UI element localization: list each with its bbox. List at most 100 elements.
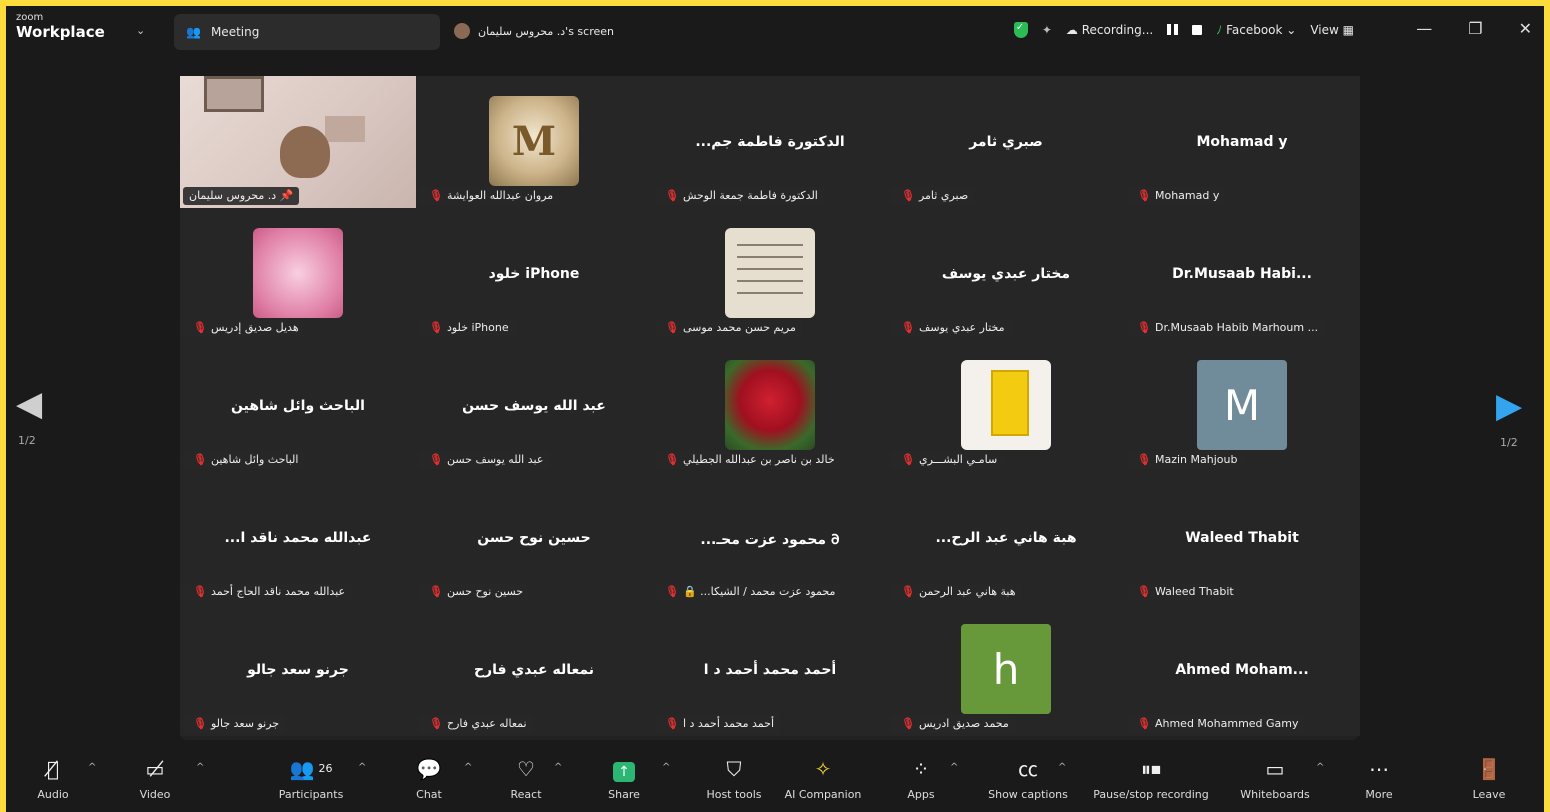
participant-display-name: Dr.Musaab Habi... [1172, 266, 1312, 282]
participant-tile[interactable]: ...عبدالله محمد ناقد ا 🎙 عبدالله محمد ناق… [180, 472, 416, 604]
participant-display-name: ...محمود عزت محـ 𐐀 [700, 532, 840, 548]
participant-label: 🎙 هبة هاني عبد الرحمن [891, 583, 1022, 601]
participant-tile[interactable]: أحمد محمد أحمد د ا 🎙 أحمد محمد أحمد د ا [652, 604, 888, 736]
next-page-icon[interactable]: ▶ [1496, 386, 1522, 426]
participant-tile[interactable]: 🎙 خالد بن ناصر بن عبدالله الجطيلي [652, 340, 888, 472]
leave-button[interactable]: 🚪 Leave [1434, 756, 1544, 801]
react-label: React [510, 788, 542, 801]
participant-label: 🎙 Dr.Musaab Habib Marhoum ... [1127, 319, 1325, 337]
participant-name: أحمد محمد أحمد د ا [682, 717, 775, 730]
participant-tile[interactable]: نمعاله عبدي فارح 🎙 نمعاله عبدي فارح [416, 604, 652, 736]
participant-tile[interactable]: خلود iPhone 🎙 خلود iPhone [416, 208, 652, 340]
participant-tile[interactable]: 🎙 هديل صديق إدريس [180, 208, 416, 340]
apps-options-caret-icon[interactable]: ^ [950, 762, 958, 773]
participant-tile[interactable]: 🎙 سامـي البشـــري [888, 340, 1124, 472]
whiteboard-icon: ▭ [1265, 757, 1285, 781]
participant-tile[interactable]: M 🎙 مروان عبدالله العوايشة [416, 76, 652, 208]
profile-picture [725, 360, 815, 450]
view-label: View [1310, 22, 1339, 37]
participants-count: 26 [318, 762, 333, 775]
participant-tile[interactable]: Mohamad y 🎙 Mohamad y [1124, 76, 1360, 208]
participant-tile[interactable]: Waleed Thabit 🎙 Waleed Thabit [1124, 472, 1360, 604]
apps-button[interactable]: ⁘ Apps [866, 756, 976, 801]
participant-label: د. محروس سليمان 📌 [183, 187, 300, 205]
gallery-view: د. محروس سليمان 📌 M 🎙 مروان عبدالله العوا… [180, 76, 1360, 740]
participant-tile[interactable]: Dr.Musaab Habi... 🎙 Dr.Musaab Habib Marho… [1124, 208, 1360, 340]
meeting-info-button[interactable]: 👥 Meeting [174, 14, 440, 50]
lock-icon: 🔒 [682, 585, 697, 598]
view-button[interactable]: View ▦ [1310, 23, 1354, 37]
participant-name: د. محروس سليمان [189, 189, 277, 202]
participant-tile[interactable]: ...الدكتورة فاطمة جم 🎙 الدكتورة فاطمة جمع… [652, 76, 888, 208]
participant-label: 🎙 Mazin Mahjoub [1127, 451, 1244, 469]
whiteboards-button[interactable]: ▭ Whiteboards [1220, 756, 1330, 801]
participant-label: 🎙 Mohamad y [1127, 187, 1226, 205]
participant-display-name: نمعاله عبدي فارح [473, 662, 595, 678]
ai-companion-button[interactable]: ✧ AI Companion [768, 756, 878, 801]
participant-tile[interactable]: 🎙 مريم حسن محمد موسى [652, 208, 888, 340]
restore-icon[interactable]: ❐ [1468, 19, 1482, 38]
pause-recording-icon[interactable] [1167, 24, 1179, 35]
pause-stop-recording-button[interactable]: ⏸⏹ Pause/stop recording [1092, 756, 1210, 801]
video-button[interactable]: ▭̸ Video [100, 756, 210, 801]
grid-icon: ▦ [1342, 22, 1354, 37]
participant-tile[interactable]: جرنو سعد جالو 🎙 جرنو سعد جالو [180, 604, 416, 736]
recording-indicator[interactable]: ☁ Recording... [1066, 23, 1153, 37]
leave-label: Leave [1472, 788, 1506, 801]
participant-tile[interactable]: د. محروس سليمان 📌 [180, 76, 416, 208]
participant-display-name: صبري ثامر [969, 134, 1043, 150]
previous-page-icon[interactable]: ◀ [16, 384, 42, 424]
participant-tile[interactable]: h 🎙 محمد صديق ادريس [888, 604, 1124, 736]
more-button[interactable]: ⋯ More [1324, 756, 1434, 801]
participant-tile[interactable]: Ahmed Moham... 🎙 Ahmed Mohammed Gamy [1124, 604, 1360, 736]
apps-label: Apps [907, 788, 935, 801]
show-captions-button[interactable]: ㏄ Show captions [973, 756, 1083, 801]
participants-options-caret-icon[interactable]: ^ [358, 762, 366, 773]
react-button[interactable]: ♡ React [471, 756, 581, 801]
participants-button[interactable]: 👥 26 Participants [256, 756, 366, 801]
sparkle-icon[interactable]: ✦ [1042, 23, 1052, 37]
participant-tile[interactable]: M 🎙 Mazin Mahjoub [1124, 340, 1360, 472]
participant-label: 🎙 خلود iPhone [419, 319, 515, 337]
muted-mic-icon: 🎙 [665, 321, 679, 334]
participant-tile[interactable]: ...هبة هاني عبد الرح 🎙 هبة هاني عبد الرحم… [888, 472, 1124, 604]
participant-label: 🎙 الدكتورة فاطمة جمعة الوحش [655, 187, 824, 205]
avatar [454, 23, 470, 39]
encryption-shield-icon[interactable] [1013, 21, 1028, 38]
participant-label: 🎙 خالد بن ناصر بن عبدالله الجطيلي [655, 451, 841, 469]
participant-label: 🎙 نمعاله عبدي فارح [419, 715, 533, 733]
participant-label: 🎙 Ahmed Mohammed Gamy [1127, 715, 1305, 733]
minimize-icon[interactable]: — [1416, 19, 1432, 38]
react-options-caret-icon[interactable]: ^ [554, 762, 562, 773]
audio-options-caret-icon[interactable]: ^ [88, 762, 96, 773]
participant-tile[interactable]: صبري ثامر 🎙 صبري ثامر [888, 76, 1124, 208]
participant-tile[interactable]: عبد الله يوسف حسن 🎙 عبد الله يوسف حسن [416, 340, 652, 472]
share-options-caret-icon[interactable]: ^ [662, 762, 670, 773]
chevron-down-icon[interactable]: ⌄ [136, 24, 145, 37]
participant-label: 🎙 محمد صديق ادريس [891, 715, 1015, 733]
video-label: Video [139, 788, 171, 801]
people-icon: 👥 [186, 25, 201, 39]
close-icon[interactable]: ✕ [1519, 19, 1532, 38]
meeting-label: Meeting [210, 25, 260, 39]
participant-display-name: Waleed Thabit [1185, 530, 1299, 546]
participant-display-name: ...هبة هاني عبد الرح [935, 530, 1077, 546]
muted-mic-icon: 🎙 [1137, 585, 1151, 598]
participant-label: 🎙 مريم حسن محمد موسى [655, 319, 802, 337]
participant-label: 🎙 سامـي البشـــري [891, 451, 1004, 469]
participant-display-name: Mohamad y [1196, 134, 1288, 150]
participant-name: ...محمود عزت محمد / الشيكا [700, 585, 836, 598]
participant-display-name: ...عبدالله محمد ناقد ا [224, 530, 372, 546]
ai-companion-label: AI Companion [784, 788, 862, 801]
participant-display-name: Ahmed Moham... [1175, 662, 1309, 678]
video-options-caret-icon[interactable]: ^ [196, 762, 204, 773]
participant-tile[interactable]: مختار عبدي يوسف 🎙 مختار عبدي يوسف [888, 208, 1124, 340]
participant-tile[interactable]: الباحث وائل شاهين 🎙 الباحث وائل شاهين [180, 340, 416, 472]
participant-tile[interactable]: حسين نوح حسن 🎙 حسين نوح حسن [416, 472, 652, 604]
stop-recording-icon[interactable] [1192, 24, 1203, 35]
participant-name: خلود iPhone [446, 321, 509, 334]
livestream-indicator[interactable]: ﾉ Facebook ⌄ [1216, 21, 1296, 38]
participant-name: هديل صديق إدريس [210, 321, 299, 334]
captions-options-caret-icon[interactable]: ^ [1058, 762, 1066, 773]
participant-tile[interactable]: ...محمود عزت محـ 𐐀 🎙 🔒 ...محمود عزت محمد … [652, 472, 888, 604]
